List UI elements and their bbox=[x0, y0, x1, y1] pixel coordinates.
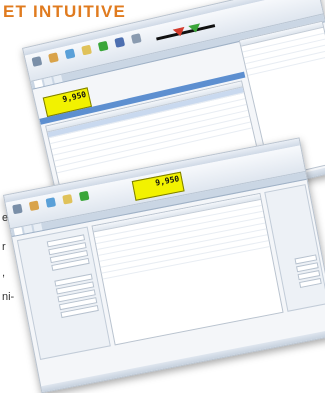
ribbon-button[interactable] bbox=[59, 194, 76, 214]
help-icon bbox=[130, 33, 142, 45]
document-icon bbox=[47, 52, 59, 64]
gear-icon bbox=[11, 203, 23, 215]
user-icon bbox=[78, 190, 89, 202]
ribbon-button[interactable] bbox=[111, 37, 129, 58]
ribbon-button[interactable] bbox=[29, 56, 47, 77]
ribbon-button[interactable] bbox=[43, 197, 60, 217]
ribbon-button[interactable] bbox=[9, 203, 26, 223]
tab[interactable] bbox=[53, 74, 63, 84]
text-fragment: , bbox=[2, 267, 6, 279]
folder-icon bbox=[80, 44, 92, 56]
tab[interactable] bbox=[13, 227, 23, 236]
gear-icon bbox=[31, 56, 42, 67]
ribbon-button[interactable] bbox=[128, 33, 146, 54]
ribbon-button[interactable] bbox=[95, 40, 113, 61]
chart-icon bbox=[64, 48, 75, 60]
total-field[interactable] bbox=[299, 277, 322, 288]
ribbon-button[interactable] bbox=[76, 190, 93, 210]
ribbon-button[interactable] bbox=[26, 200, 43, 220]
ribbon-button[interactable] bbox=[62, 48, 80, 69]
document-icon bbox=[28, 200, 39, 212]
section-heading: ET INTUITIVE bbox=[3, 2, 127, 21]
tab[interactable] bbox=[23, 225, 33, 234]
chart-icon bbox=[45, 197, 56, 208]
folder-icon bbox=[61, 194, 73, 205]
tab[interactable] bbox=[33, 223, 43, 232]
tab[interactable] bbox=[43, 77, 53, 86]
tab[interactable] bbox=[33, 79, 44, 89]
ribbon-button[interactable] bbox=[45, 52, 63, 73]
text-fragment: ni- bbox=[2, 291, 15, 303]
user-icon bbox=[97, 40, 109, 52]
weight-value: 9,950 bbox=[154, 174, 180, 188]
ribbon-button[interactable] bbox=[78, 44, 96, 65]
printer-icon bbox=[113, 37, 125, 48]
weight-value: 9,950 bbox=[61, 89, 88, 105]
text-fragment: r bbox=[2, 241, 6, 253]
